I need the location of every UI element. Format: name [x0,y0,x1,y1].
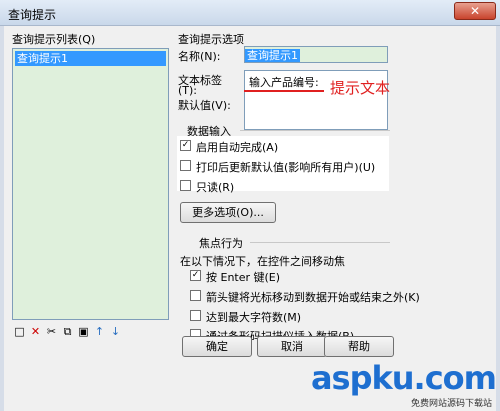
move-up-icon[interactable]: ↑ [93,326,106,338]
text-label-value: 输入产品编号: [249,76,319,89]
enter-key-label: 按 Enter 键(E) [206,271,281,284]
more-options-button[interactable]: 更多选项(O)... [180,202,276,223]
name-value: 查询提示1 [245,49,300,62]
title-bar: 查询提示 ✕ [0,0,500,26]
watermark-subtitle: 免费网站源码下载站 [410,399,492,409]
enter-key-checkbox[interactable]: ✓ [190,270,201,281]
new-icon[interactable]: □ [13,326,26,338]
divider [250,242,390,243]
name-field[interactable]: 查询提示1 [244,46,388,63]
arrow-key-label: 箭头键将光标移动到数据开始或结束之外(K) [206,291,420,304]
autocomplete-label: 启用自动完成(A) [196,141,279,154]
prompt-list[interactable]: 查询提示1 [12,48,169,320]
refresh-checkbox[interactable] [180,160,191,171]
cut-icon[interactable]: ✂ [45,326,58,338]
copy-icon[interactable]: ⧉ [61,326,74,338]
annotation-text: 提示文本 [330,79,391,97]
cancel-button[interactable]: 取消 [257,336,327,357]
window-title: 查询提示 [8,8,57,22]
paste-icon[interactable]: ▣ [77,326,90,338]
name-label: 名称(N): [178,50,221,63]
readonly-checkbox[interactable] [180,180,191,191]
help-button[interactable]: 帮助 [324,336,394,357]
move-down-icon[interactable]: ↓ [109,326,122,338]
refresh-label: 打印后更新默认值(影响所有用户)(U) [196,161,376,174]
focus-group-title: 焦点行为 [199,237,243,250]
max-chars-label: 达到最大字符数(M) [206,311,302,324]
focus-description: 在以下情况下，在控件之间移动焦 [180,255,345,268]
prompt-list-label: 查询提示列表(Q) [12,33,96,46]
readonly-label: 只读(R) [196,181,235,194]
section-title: 查询提示选项 [178,33,244,46]
default-label: 默认值(V): [178,99,231,112]
ok-button[interactable]: 确定 [182,336,252,357]
autocomplete-checkbox[interactable]: ✓ [180,140,191,151]
watermark-logo: aspku.com [310,359,497,397]
max-chars-checkbox[interactable] [190,310,201,321]
annotation-underline [244,90,324,92]
list-item[interactable]: 查询提示1 [15,51,166,66]
delete-icon[interactable]: ✕ [29,326,42,338]
divider [240,130,390,131]
arrow-key-checkbox[interactable] [190,290,201,301]
dialog-body: 查询提示列表(Q) 查询提示1 □ ✕ ✂ ⧉ ▣ ↑ ↓ 查询提示选项 名称(… [4,26,496,411]
text-label-line2: (T): [178,84,198,97]
close-icon[interactable]: ✕ [454,2,496,20]
